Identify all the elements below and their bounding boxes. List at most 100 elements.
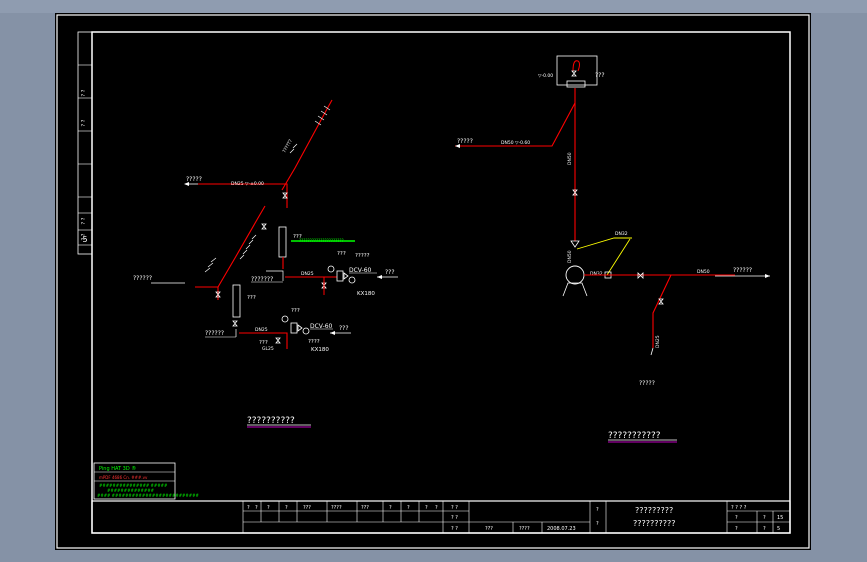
upper-pipe: DN25 — [301, 271, 314, 277]
title-cell: ? ? — [451, 515, 458, 521]
riser-hatch — [314, 105, 331, 126]
outlet-pipe-label: DN50 — [697, 269, 710, 275]
drain-label: ????? — [639, 380, 655, 387]
lower-tag2: ??? — [259, 340, 268, 346]
title-cell: ? — [735, 526, 738, 532]
left-system-diagram[interactable]: ?????? ????? DN25 ▽-±0.00 ?????? ??? ???… — [133, 99, 398, 353]
outer-border — [56, 14, 810, 549]
riser-label: ?????? — [282, 138, 295, 154]
supply-pipe — [455, 88, 576, 147]
date: 2008.07.23 — [547, 526, 576, 532]
valve-icon[interactable] — [321, 277, 327, 295]
lower-line-label: ?????? — [205, 330, 224, 337]
valve-icon[interactable] — [275, 337, 281, 344]
title-cell: ? — [763, 515, 766, 521]
supply-top-label: ????? — [186, 176, 202, 183]
title-cell: 5 — [777, 526, 780, 532]
arrow-icon — [765, 274, 770, 278]
pump-icon[interactable] — [565, 265, 585, 285]
title-cell: ? — [255, 505, 258, 511]
title-cell: ? — [267, 505, 270, 511]
lower-valve2: ???? — [308, 339, 320, 345]
valve-icon[interactable] — [232, 320, 238, 327]
tank-label: ??? — [595, 72, 605, 79]
supply-top-pipe: DN25 ▽-±0.00 — [231, 181, 264, 187]
stamp-line: Ping HAT 3D ® — [99, 465, 136, 472]
title-cell: ? — [763, 526, 766, 532]
drawing-svg[interactable]: ? ? ? ? ? ? ? ? 5 ?????? ????? DN25 ▽-±0… — [55, 13, 811, 550]
title-block[interactable]: ? ? ? ? ??? ???? ??? ? ? ? ? ? ? ? ? ? ?… — [91, 500, 791, 534]
drain-pipe-label: DN25 — [655, 335, 661, 348]
designer: ??? — [485, 526, 493, 532]
lower-right-label: ??? — [339, 325, 349, 332]
valve-icon[interactable] — [282, 192, 288, 199]
green-note: ????????????????????? — [299, 238, 344, 243]
supply-label: ????? — [457, 138, 473, 145]
pump-inlet-label: DN32 — [615, 231, 628, 237]
margin-cell: 5 — [82, 235, 87, 244]
control-valve-icon[interactable] — [281, 315, 310, 335]
filter-icon[interactable] — [232, 284, 241, 318]
supply-pipe-label: DN50 ▽-0.60 — [501, 140, 530, 146]
riser-pipe-2 — [217, 205, 266, 288]
check-valve-icon[interactable] — [570, 240, 580, 248]
valve-icon[interactable] — [261, 223, 267, 230]
arrow-icon — [330, 331, 335, 335]
filter-icon[interactable] — [278, 226, 287, 258]
lower-tag1: ??? — [291, 308, 300, 314]
leader-line — [606, 238, 631, 276]
stamp-line: mPDF 4686 Cn. ###.vv — [99, 475, 148, 480]
upper-supply-pipe — [198, 183, 288, 208]
title-cell: ? — [247, 505, 250, 511]
title-cell: ? — [389, 505, 392, 511]
right-drawing-title: ??????????? — [608, 431, 661, 441]
sheet-mark: ? — [596, 521, 599, 527]
title-cell: ? — [435, 505, 438, 511]
left-drawing-title: ?????????? — [247, 416, 295, 426]
cad-viewport[interactable]: ? ? ? ? ? ? ? ? 5 ?????? ????? DN25 ▽-±0… — [0, 0, 867, 562]
title-cell: ? — [407, 505, 410, 511]
title-cell: ??? — [361, 505, 369, 511]
tank-level: ▽-0.00 — [538, 73, 553, 79]
project-line2: ?????????? — [633, 519, 675, 528]
margin-cell: ? ? — [81, 89, 87, 96]
lower-kx: KX180 — [311, 347, 329, 353]
valve-icon[interactable] — [658, 298, 664, 305]
riser-hatch — [239, 234, 257, 260]
lower-tag3: GL25 — [262, 346, 274, 352]
upper-tag1: ??? — [337, 251, 346, 257]
margin-cell: ? ? — [81, 119, 87, 126]
margin-cell: ? ? — [81, 217, 87, 224]
title-cell: ??? — [303, 505, 311, 511]
riser-pipe-top — [326, 99, 333, 110]
margin-strip: ? ? ? ? ? ? ? ? 5 — [77, 31, 93, 255]
title-cell: ? — [735, 515, 738, 521]
title-cell: ???? — [331, 505, 342, 511]
title-cell: ? ? ? ? — [731, 505, 747, 511]
upper-valve2: ????? — [355, 253, 370, 259]
upper-right-label: ??? — [385, 269, 395, 276]
title-cell: ? ? — [451, 526, 458, 532]
drawing-canvas[interactable]: ? ? ? ? ? ? ? ? 5 ?????? ????? DN25 ▽-±0… — [55, 13, 811, 550]
branch-left-pipe — [195, 286, 219, 300]
right-system-diagram[interactable]: ??? ▽-0.00 ????? DN50 ▽-0.60 DN50 DN32 D… — [455, 55, 770, 387]
inner-frame — [91, 31, 791, 534]
app-background — [0, 0, 867, 13]
title-cell: 15 — [777, 515, 783, 521]
title-cell: ? ? — [451, 505, 458, 511]
pump-pipe-label: DN32 — [590, 271, 603, 277]
sheet-mark: ? — [596, 507, 599, 513]
arrow-icon — [377, 275, 382, 279]
stamp-line: #### ########################## — [97, 493, 199, 498]
title-cell: ? — [425, 505, 428, 511]
pump-tag: DN50 — [567, 250, 573, 263]
leader-line — [576, 237, 632, 250]
stamp-block: Ping HAT 3D ® mPDF 4686 Cn. ###.vv #####… — [93, 462, 199, 500]
upper-kx: KX180 — [357, 291, 375, 297]
branch-left-label: ?????? — [133, 275, 152, 282]
tag-b: ??? — [247, 295, 256, 301]
riser-hatch — [204, 257, 217, 273]
title-cell: ? — [285, 505, 288, 511]
project-line1: ????????? — [635, 506, 673, 515]
vertical-pipe-label: DN50 — [567, 152, 573, 165]
